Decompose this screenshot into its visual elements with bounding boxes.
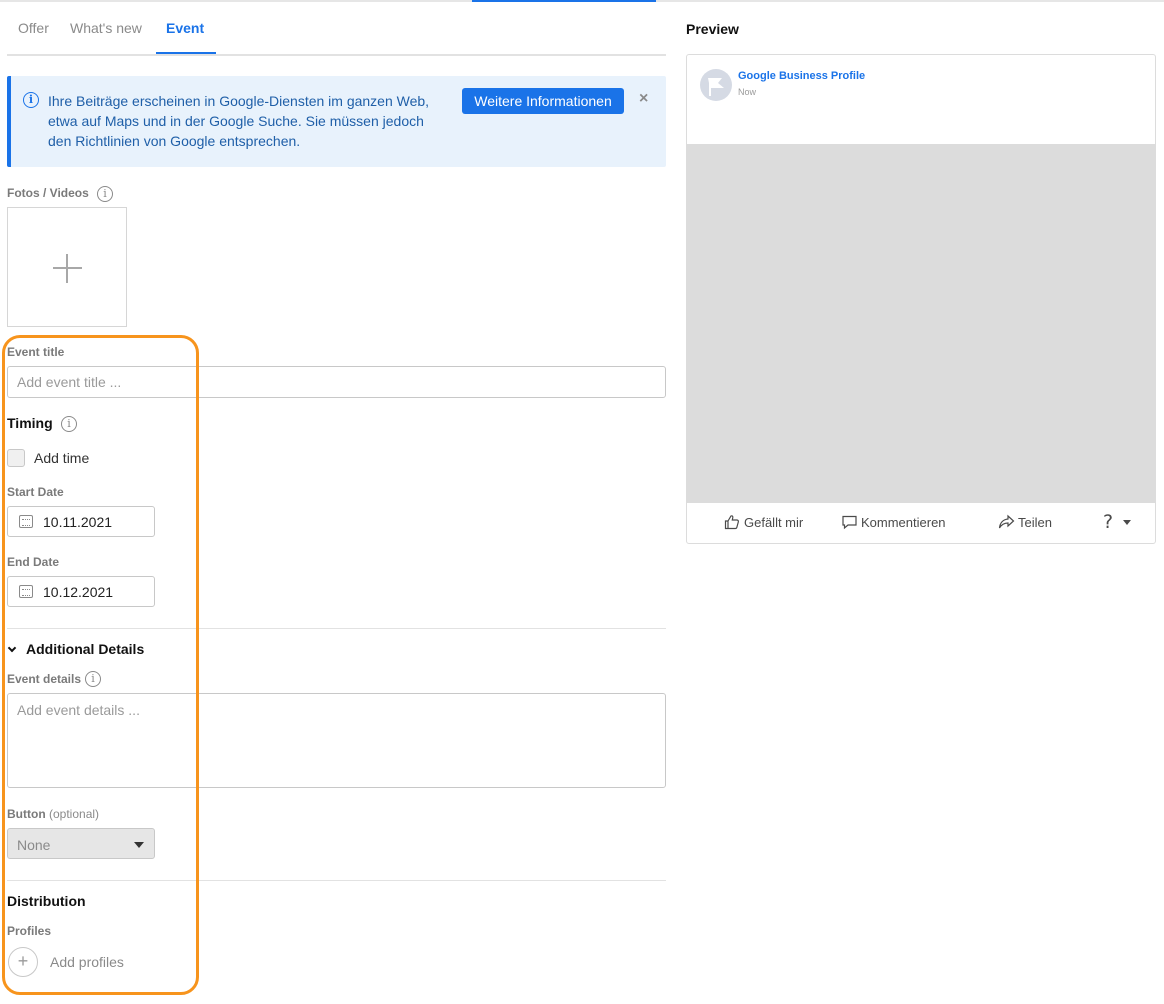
info-banner: i Ihre Beiträge erscheinen in Google-Die… (7, 76, 666, 167)
add-profile-icon[interactable]: + (8, 947, 38, 977)
share-button[interactable]: Teilen (998, 514, 1052, 530)
event-details-textarea[interactable] (7, 693, 666, 788)
post-time: Now (738, 87, 757, 97)
post-type-tabs: Offer What's new Event (7, 10, 666, 56)
top-rule-accent (472, 0, 656, 2)
info-icon: i (23, 92, 39, 108)
like-button[interactable]: Gefällt mir (724, 515, 803, 530)
divider (7, 628, 666, 629)
share-icon (998, 514, 1015, 529)
profiles-label: Profiles (7, 924, 52, 938)
button-label: Button (optional) (7, 807, 100, 821)
tab-whats-new[interactable]: What's new (70, 20, 142, 36)
flag-icon (708, 78, 724, 96)
start-date-label: Start Date (7, 485, 64, 499)
active-tab-indicator (156, 52, 216, 54)
preview-title: Preview (686, 21, 739, 37)
avatar (700, 69, 732, 101)
thumbs-up-icon (724, 515, 739, 530)
photos-label: Fotos / Videos (7, 186, 89, 200)
tab-event[interactable]: Event (166, 20, 204, 36)
banner-text: Ihre Beiträge erscheinen in Google-Diens… (48, 93, 430, 149)
divider (7, 880, 666, 881)
comment-icon (842, 515, 857, 530)
add-profiles-button[interactable]: Add profiles (50, 954, 124, 970)
close-icon[interactable]: × (639, 90, 648, 108)
end-date-field[interactable]: 10.12.2021 (7, 576, 155, 607)
add-time-checkbox[interactable] (7, 449, 25, 467)
event-details-label: Event details (7, 672, 82, 686)
comment-button[interactable]: Kommentieren (842, 515, 946, 530)
profile-name: Google Business Profile (738, 70, 866, 82)
caret-down-icon (134, 842, 144, 848)
add-photo-button[interactable] (7, 207, 127, 327)
event-title-input[interactable] (7, 366, 666, 398)
info-icon[interactable]: i (97, 186, 113, 202)
preview-actions: Gefällt mir Kommentieren Teilen ? (687, 503, 1155, 543)
end-date-value: 10.12.2021 (43, 584, 114, 600)
event-title-label: Event title (7, 345, 65, 359)
timing-title: Timing (7, 415, 53, 431)
start-date-field[interactable]: 10.11.2021 (7, 506, 155, 537)
image-placeholder (687, 144, 1155, 503)
calendar-icon (19, 585, 33, 598)
preview-card: Google Business Profile Now Gefällt mir … (686, 54, 1156, 544)
tab-offer[interactable]: Offer (18, 20, 49, 36)
button-type-select[interactable]: None (7, 828, 155, 859)
additional-details-title[interactable]: Additional Details (26, 641, 144, 657)
info-icon[interactable]: i (85, 671, 101, 687)
more-info-button[interactable]: Weitere Informationen (462, 88, 624, 114)
calendar-icon (19, 515, 33, 528)
optional-hint: (optional) (49, 807, 100, 821)
button-type-value: None (17, 837, 51, 853)
help-icon[interactable]: ? (1103, 511, 1113, 533)
caret-down-icon[interactable] (1123, 520, 1131, 525)
start-date-value: 10.11.2021 (43, 514, 113, 530)
add-time-label: Add time (34, 450, 90, 466)
info-icon[interactable]: i (61, 416, 77, 432)
chevron-down-icon[interactable] (7, 643, 17, 653)
end-date-label: End Date (7, 555, 60, 569)
distribution-title: Distribution (7, 893, 86, 909)
